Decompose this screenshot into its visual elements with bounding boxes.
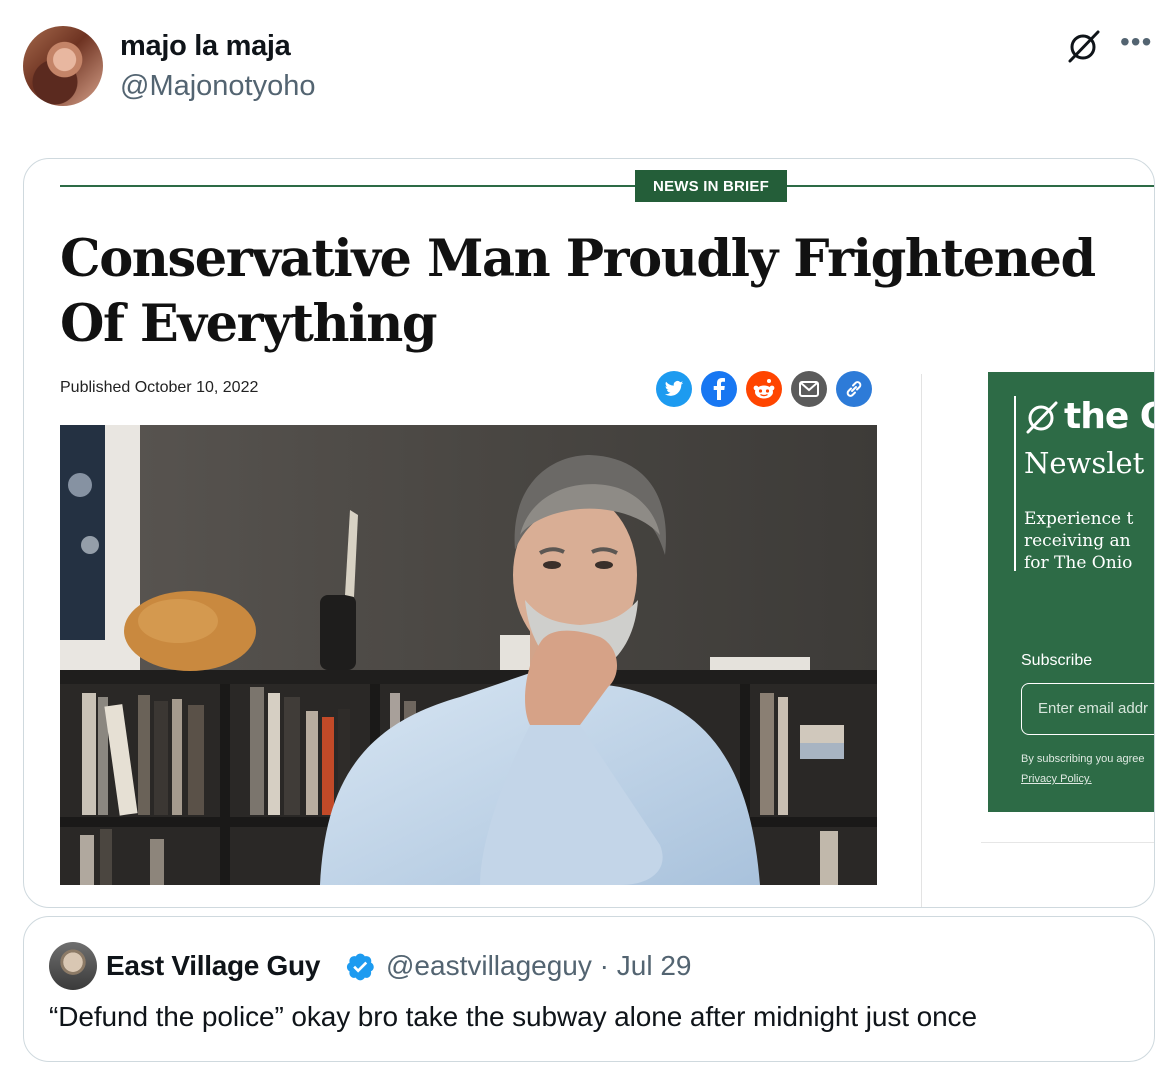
email-icon[interactable] xyxy=(791,371,827,407)
terms-text: By subscribing you agree xyxy=(1021,753,1145,765)
more-options-icon[interactable]: ••• xyxy=(1120,28,1152,56)
article-headline: Conservative Man Proudly Frightened Of E… xyxy=(60,229,1096,354)
quoted-handle-date[interactable]: @eastvillageguy · Jul 29 xyxy=(386,950,691,982)
quoted-tweet[interactable]: East Village Guy @eastvillageguy · Jul 2… xyxy=(23,916,1155,1062)
facebook-icon[interactable] xyxy=(701,371,737,407)
onion-logo-icon xyxy=(1026,401,1058,433)
onion-logo: the O xyxy=(1024,396,1154,437)
onion-logo-text: the O xyxy=(1064,396,1154,437)
grok-icon[interactable] xyxy=(1066,28,1102,64)
subscribe-label: Subscribe xyxy=(1021,652,1093,669)
article-photo xyxy=(60,425,877,885)
author-name[interactable]: majo la maja xyxy=(120,30,291,63)
newsletter-title: Newslet xyxy=(1024,446,1145,480)
article-screenshot-card[interactable]: NEWS IN BRIEF Conservative Man Proudly F… xyxy=(23,158,1155,908)
privacy-policy-link[interactable]: Privacy Policy. xyxy=(1021,769,1145,789)
quoted-tweet-text: “Defund the police” okay bro take the su… xyxy=(49,1001,977,1032)
author-handle[interactable]: @Majonotyoho xyxy=(120,70,316,103)
column-divider xyxy=(921,374,922,907)
reddit-icon[interactable] xyxy=(746,371,782,407)
quoted-author-avatar[interactable] xyxy=(49,942,97,990)
newsletter-description: Experience t receiving an for The Onio xyxy=(1024,508,1154,574)
email-input[interactable]: Enter email addr xyxy=(1021,683,1154,735)
share-bar xyxy=(656,371,872,407)
twitter-icon[interactable] xyxy=(656,371,692,407)
section-kicker: NEWS IN BRIEF xyxy=(635,170,787,202)
newsletter-description-line: receiving an xyxy=(1024,531,1131,551)
newsletter-description-line: Experience t xyxy=(1024,509,1134,529)
publish-date: Published October 10, 2022 xyxy=(60,379,259,396)
newsletter-accent-bar xyxy=(1014,396,1016,571)
newsletter-panel: the O Newslet Experience t receiving an … xyxy=(988,372,1154,812)
verified-badge-icon xyxy=(344,951,376,983)
kicker-rule xyxy=(60,185,1154,187)
sidebar-divider xyxy=(981,842,1154,843)
link-icon[interactable] xyxy=(836,371,872,407)
subscribe-terms: By subscribing you agree Privacy Policy. xyxy=(1021,749,1145,789)
author-avatar[interactable] xyxy=(23,26,103,106)
newsletter-description-line: for The Onio xyxy=(1024,553,1133,573)
quoted-author-name[interactable]: East Village Guy xyxy=(106,950,320,982)
